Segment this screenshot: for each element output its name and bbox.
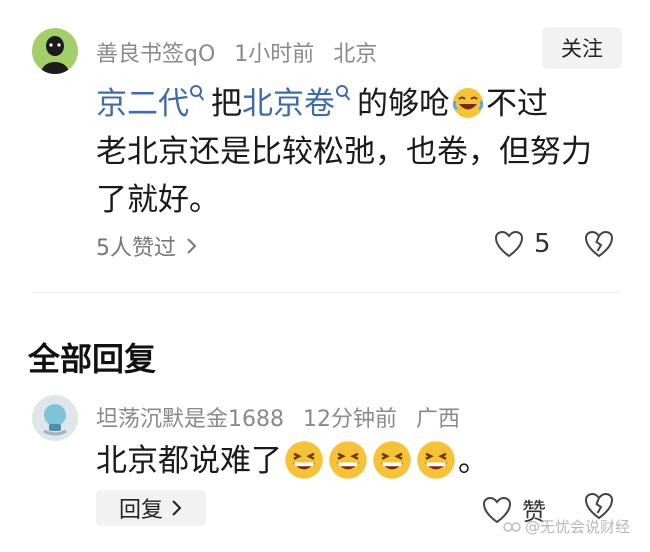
topic-link-beijingjuan[interactable]: 北京卷 (242, 86, 335, 122)
broken-heart-icon (584, 230, 614, 258)
laugh-emoji-icon (329, 441, 367, 479)
dislike-button[interactable] (584, 230, 614, 262)
section-title: 全部回复 (28, 340, 157, 378)
heart-icon (494, 230, 524, 258)
logo-icon (503, 521, 521, 532)
laugh-emoji-icon (452, 88, 484, 118)
follow-button[interactable]: 关注 (542, 27, 622, 69)
reply-text: 北京都说难了。 (96, 440, 489, 481)
liked-by-link[interactable]: 5人赞过 (96, 230, 198, 262)
like-button[interactable]: 5 (494, 229, 551, 259)
avatar[interactable] (32, 395, 78, 441)
chevron-right-icon (172, 500, 182, 516)
avatar[interactable] (32, 28, 78, 74)
comment-text: 京二代 把北京卷 的够呛 不过 老北京还是比较松弛，也卷，但努力 了就好。 (96, 84, 592, 218)
chevron-right-icon (187, 238, 197, 254)
location: 广西 (416, 407, 461, 432)
timestamp: 1小时前 (234, 42, 315, 67)
laugh-emoji-icon (417, 441, 455, 479)
username[interactable]: 善良书签qO (96, 42, 215, 67)
divider (32, 292, 620, 293)
reply-meta: 坦荡沉默是金1688 12分钟前 广西 (96, 401, 472, 433)
search-icon[interactable] (189, 84, 205, 102)
location: 北京 (333, 42, 378, 67)
comment-meta: 善良书签qO 1小时前 北京 (96, 36, 389, 68)
laugh-emoji-icon (285, 441, 323, 479)
timestamp: 12分钟前 (303, 407, 397, 432)
watermark: @无忧会说财经 (503, 516, 630, 537)
like-count: 5 (534, 229, 551, 259)
topic-link-jingerdai[interactable]: 京二代 (96, 86, 189, 122)
username[interactable]: 坦荡沉默是金1688 (96, 407, 284, 432)
laugh-emoji-icon (373, 441, 411, 479)
reply-button[interactable]: 回复 (96, 490, 206, 526)
search-icon[interactable] (335, 84, 351, 102)
